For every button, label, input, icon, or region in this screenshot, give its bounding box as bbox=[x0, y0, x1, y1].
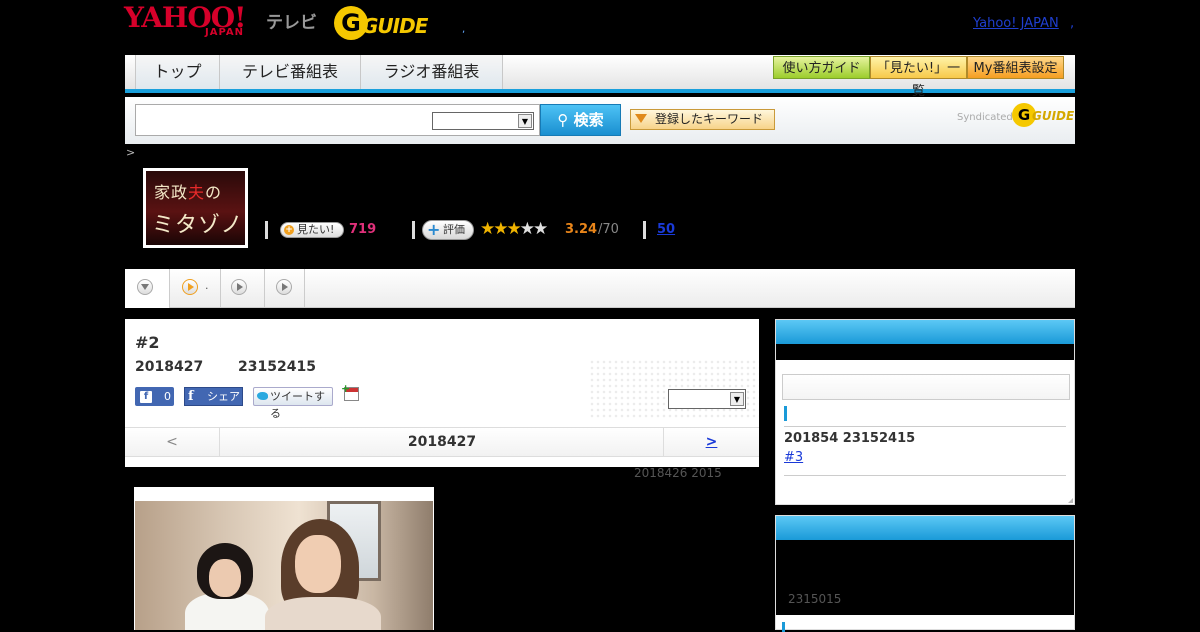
link-separator: , bbox=[1070, 16, 1075, 31]
tab-expand[interactable] bbox=[125, 269, 170, 308]
sidebar-header bbox=[776, 516, 1074, 540]
episode-title: #2 bbox=[135, 333, 160, 352]
facebook-like-button[interactable]: f 0 bbox=[135, 387, 174, 406]
rating-value: 3.24 bbox=[565, 222, 598, 237]
search-button-label: 検索 bbox=[573, 111, 604, 129]
divider bbox=[412, 221, 415, 239]
chevron-down-icon: ▼ bbox=[730, 392, 744, 406]
program-image-title-line2: ミタゾノ bbox=[152, 213, 244, 238]
corner-icon bbox=[1068, 498, 1073, 503]
tab-radio-schedule[interactable]: ラジオ番組表 bbox=[361, 55, 503, 89]
twitter-bird-icon bbox=[257, 392, 268, 400]
section-marker bbox=[784, 406, 787, 421]
divider bbox=[643, 221, 646, 239]
tab-tv-schedule[interactable]: テレビ番組表 bbox=[220, 55, 361, 89]
divider bbox=[784, 475, 1066, 476]
syndicated-label: Syndicated bbox=[957, 112, 1013, 123]
sidebar-band bbox=[776, 344, 1074, 360]
mitai-button[interactable]: + 見たい! bbox=[280, 222, 344, 238]
episode-time: 23152415 bbox=[238, 359, 316, 375]
mitai-count: 719 bbox=[349, 222, 377, 237]
syndicated-gguide-logo: G GUIDE bbox=[1012, 103, 1074, 127]
registered-keywords-button[interactable]: 登録したキーワード bbox=[630, 109, 775, 130]
episode-navigation: < 2018427 > bbox=[125, 427, 759, 457]
program-tab-strip: . bbox=[125, 269, 1075, 308]
chevron-down-icon: ▼ bbox=[518, 114, 532, 128]
next-episode-link[interactable]: #3 bbox=[784, 450, 803, 465]
my-schedule-settings-button[interactable]: My番組表設定 bbox=[967, 56, 1064, 79]
episode-photo-frame bbox=[134, 487, 434, 630]
facebook-share-button[interactable]: f シェア bbox=[184, 387, 243, 406]
star-filled-icon: ★ bbox=[480, 219, 495, 239]
breadcrumb: > bbox=[126, 146, 136, 159]
next-broadcast-date: 201854 23152415 bbox=[784, 431, 916, 446]
star-empty-icon: ★ bbox=[533, 219, 548, 239]
previous-episode-button[interactable]: < bbox=[125, 428, 220, 456]
star-empty-icon: ★ bbox=[519, 219, 535, 239]
facebook-icon: f bbox=[140, 391, 152, 403]
main-nav: トップ テレビ番組表 ラジオ番組表 使い方ガイド 「見たい!」一覧 My番組表設… bbox=[125, 55, 1075, 99]
tab-item-4[interactable] bbox=[265, 269, 305, 308]
gguide-logo-text: GUIDE bbox=[362, 14, 428, 38]
plus-icon: + bbox=[284, 225, 294, 235]
star-filled-icon: ★ bbox=[506, 219, 522, 239]
play-icon bbox=[188, 283, 194, 291]
tab-item-2[interactable]: . bbox=[170, 269, 221, 308]
sidebar-header bbox=[776, 320, 1074, 344]
program-image[interactable]: 家政夫の ミタゾノ bbox=[143, 168, 248, 248]
usage-guide-button[interactable]: 使い方ガイド bbox=[773, 56, 870, 79]
tab-top[interactable]: トップ bbox=[135, 55, 220, 89]
plus-icon: + bbox=[427, 220, 441, 239]
star-rating: ★★★★★ bbox=[480, 219, 548, 239]
dropdown-arrow-icon bbox=[635, 114, 647, 123]
registered-keywords-label: 登録したキーワード bbox=[655, 112, 764, 126]
syn-logo-text: GUIDE bbox=[1032, 109, 1075, 123]
sidebar-time: 2315015 bbox=[788, 592, 842, 606]
search-category-select[interactable]: ▼ bbox=[432, 112, 534, 130]
section-marker bbox=[782, 622, 785, 632]
next-episode-link[interactable]: > bbox=[663, 428, 759, 456]
search-icon: ⚲ bbox=[557, 111, 569, 129]
star-filled-icon: ★ bbox=[493, 219, 508, 239]
search-button[interactable]: ⚲ 検索 bbox=[540, 104, 621, 136]
add-to-calendar-icon[interactable]: + bbox=[341, 382, 359, 401]
episode-date: 2018427 bbox=[135, 359, 204, 375]
header-separator: , bbox=[462, 24, 466, 35]
tab-item-2-label: . bbox=[205, 279, 209, 292]
mitai-list-button[interactable]: 「見たい!」一覧 bbox=[870, 56, 967, 99]
program-image-title-line1: 家政夫の bbox=[154, 183, 223, 202]
rate-label: 評価 bbox=[443, 223, 465, 236]
divider bbox=[784, 426, 1066, 427]
yahoo-japan-link[interactable]: Yahoo! JAPAN bbox=[973, 16, 1059, 31]
tv-label[interactable]: テレビ bbox=[266, 8, 317, 33]
tweet-button[interactable]: ツイートする bbox=[253, 387, 333, 420]
facebook-like-count: 0 bbox=[164, 390, 171, 403]
sidebar-field bbox=[782, 374, 1070, 400]
episode-photo[interactable] bbox=[135, 501, 433, 630]
rating-count: /70 bbox=[598, 222, 619, 237]
play-icon bbox=[282, 283, 288, 291]
episode-select[interactable]: ▼ bbox=[668, 389, 746, 409]
rate-button[interactable]: + 評価 bbox=[422, 220, 474, 240]
play-icon bbox=[237, 283, 243, 291]
review-count-link[interactable]: 50 bbox=[657, 222, 675, 237]
mitai-label: 見たい! bbox=[297, 223, 335, 236]
gguide-logo[interactable]: G GUIDE bbox=[334, 6, 432, 40]
facebook-icon: f bbox=[188, 389, 194, 404]
broadcast-note: 2018426 2015 bbox=[634, 466, 722, 480]
divider bbox=[265, 221, 268, 239]
chevron-down-icon bbox=[141, 284, 149, 290]
tab-item-3[interactable] bbox=[221, 269, 265, 308]
japan-logo-text: JAPAN bbox=[205, 27, 244, 38]
facebook-share-label: シェア bbox=[207, 390, 240, 403]
sidebar-section-2: 2315015 bbox=[775, 515, 1075, 632]
episode-panel: #2 2018427 23152415 f 0 f シェア ツイートする + ▼… bbox=[125, 319, 759, 467]
current-episode-date: 2018427 bbox=[407, 434, 477, 450]
tweet-label: ツイートする bbox=[270, 390, 325, 420]
search-bar: ▼ ⚲ 検索 登録したキーワード Syndicated G GUIDE bbox=[125, 97, 1075, 144]
sidebar-next-broadcast: 201854 23152415 #3 bbox=[775, 319, 1075, 505]
